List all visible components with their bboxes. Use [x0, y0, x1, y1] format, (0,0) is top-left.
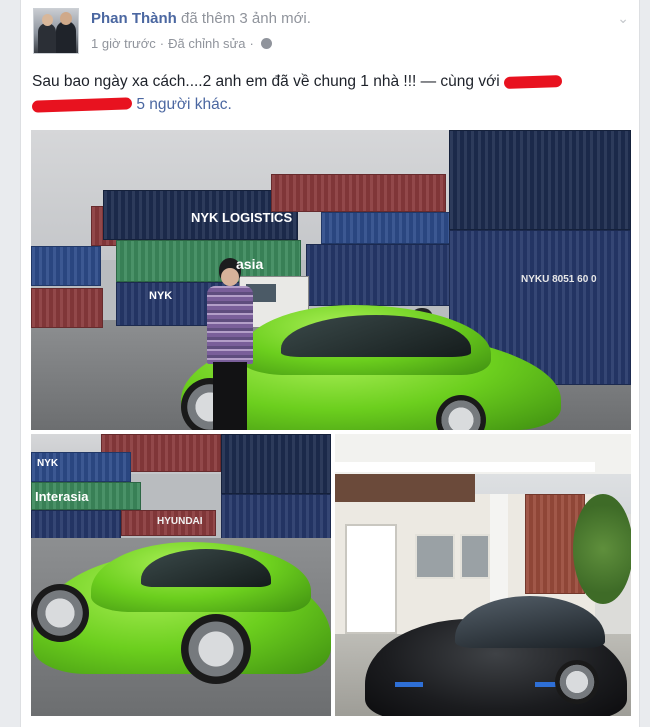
- container-label: NYK: [149, 290, 173, 302]
- meta-separator-2: ·: [249, 36, 254, 51]
- container-label: NYKU 8051 60 0: [521, 274, 597, 285]
- post-photo-left[interactable]: NYK Interasia HYUNDAI: [31, 434, 331, 716]
- redacted-tag-2: [31, 97, 133, 113]
- post-meta: 1 giờ trước · Đã chỉnh sửa ·: [91, 36, 272, 51]
- post-status-text: Sau bao ngày xa cách....2 anh em đã về c…: [31, 70, 632, 116]
- status-message: Sau bao ngày xa cách....2 anh em đã về c…: [32, 73, 500, 90]
- edited-label[interactable]: Đã chỉnh sửa: [168, 36, 245, 51]
- meta-separator: ·: [159, 36, 165, 51]
- author-avatar[interactable]: [33, 8, 79, 54]
- post-timestamp[interactable]: 1 giờ trước: [91, 36, 156, 51]
- redacted-tag: [503, 74, 563, 89]
- author-name-link[interactable]: Phan Thành: [91, 10, 177, 27]
- container-label: Interasia: [35, 489, 89, 504]
- container-label: asia: [236, 256, 264, 272]
- container-label: NYK: [37, 458, 59, 469]
- post-options-chevron-icon[interactable]: ⌄: [617, 10, 629, 27]
- container-label: NYK LOGISTICS: [191, 210, 293, 225]
- container-label: HYUNDAI: [157, 516, 203, 527]
- facebook-post: Phan Thành đã thêm 3 ảnh mới. 1 giờ trướ…: [20, 0, 640, 727]
- globe-icon[interactable]: [260, 38, 272, 49]
- tagged-others-link[interactable]: 5 người khác.: [136, 96, 232, 113]
- post-photo-right[interactable]: [335, 434, 631, 716]
- post-photo-main[interactable]: NYK LOGISTICS asia NYK NYKU 8051 60 0: [31, 130, 631, 430]
- post-header: Phan Thành đã thêm 3 ảnh mới.: [91, 10, 311, 27]
- post-action-text: đã thêm 3 ảnh mới.: [181, 10, 311, 27]
